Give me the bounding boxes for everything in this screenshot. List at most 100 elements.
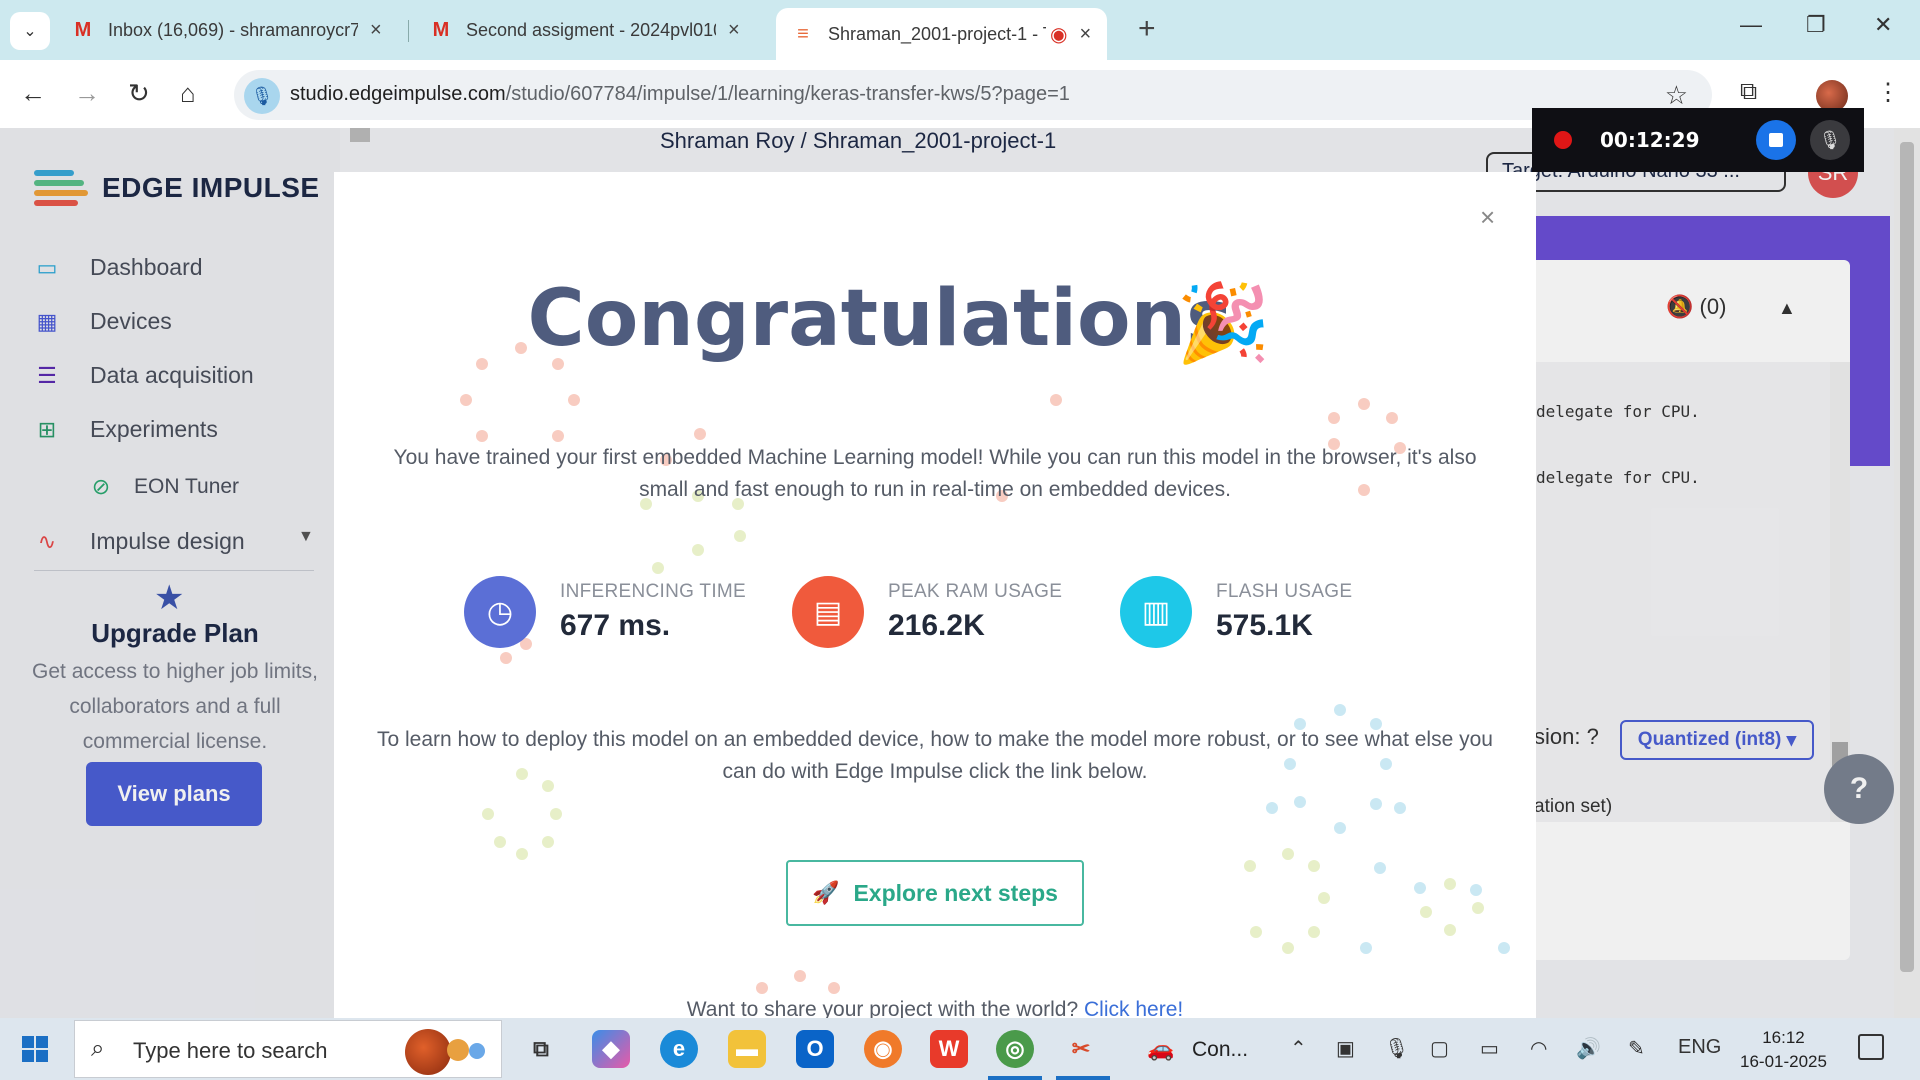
active-app-indicator — [1056, 1076, 1110, 1080]
share-text: Want to share your project with the worl… — [686, 998, 1085, 1018]
search-icon: ⌕ — [91, 1035, 105, 1062]
language-indicator[interactable]: ENG — [1678, 1036, 1721, 1059]
display-icon[interactable]: ▢ — [1430, 1036, 1449, 1061]
search-highlight-icon — [447, 1039, 469, 1061]
stat-text: INFERENCING TIME 677 ms. — [560, 581, 746, 643]
gmail-icon: M — [432, 18, 450, 41]
tab-inbox[interactable]: M Inbox (16,069) - shramanroycr7 × — [56, 8, 398, 52]
new-tab-button[interactable]: + — [1138, 12, 1156, 46]
screen-recorder-widget: 00:12:29 🎙 — [1532, 108, 1864, 172]
recording-dot-icon — [1554, 131, 1572, 149]
file-explorer-icon[interactable]: ▬ — [728, 1030, 766, 1068]
windows-start-icon[interactable] — [22, 1036, 48, 1062]
stat-inferencing-time: ◷ INFERENCING TIME 677 ms. — [464, 576, 746, 648]
modal-title: Congratulations — [334, 274, 1536, 364]
modal-title-text: Congratulations — [527, 274, 1233, 364]
explore-button-label: Explore next steps — [853, 879, 1058, 906]
url-text: studio.edgeimpulse.com/studio/607784/imp… — [290, 83, 1070, 106]
menu-dots-icon[interactable]: ⋮ — [1876, 78, 1900, 107]
modal-deploy-text: To learn how to deploy this model on an … — [377, 728, 1493, 783]
wps-office-icon[interactable]: W — [930, 1030, 968, 1068]
volume-icon[interactable]: 🔊 — [1576, 1036, 1601, 1061]
tab-label: Shraman_2001-project-1 - T — [828, 23, 1046, 44]
tab-label: Inbox (16,069) - shramanroycr7 — [108, 19, 358, 40]
taskbar-clock[interactable]: 16:12 16-01-2025 — [1740, 1026, 1827, 1074]
close-icon[interactable]: × — [1079, 23, 1091, 46]
close-icon[interactable]: × — [1480, 202, 1495, 233]
chrome-icon[interactable]: ◎ — [996, 1030, 1034, 1068]
edge-browser-icon[interactable]: e — [660, 1030, 698, 1068]
stat-label: INFERENCING TIME — [560, 581, 747, 602]
tab-edge-impulse-project[interactable]: ≡ Shraman_2001-project-1 - T ◉ × — [776, 8, 1108, 60]
pen-icon[interactable]: ✎ — [1628, 1036, 1645, 1061]
url-path: /studio/607784/impulse/1/learning/keras-… — [505, 83, 1070, 105]
url-host: studio.edgeimpulse.com — [290, 83, 506, 105]
home-button[interactable]: ⌂ — [180, 78, 196, 109]
reload-button[interactable]: ↻ — [128, 78, 150, 109]
task-view-icon[interactable]: ⧉ — [522, 1030, 560, 1068]
stat-text: PEAK RAM USAGE 216.2K — [888, 581, 1062, 643]
flash-chip-icon: ▥ — [1120, 576, 1192, 648]
chevron-down-icon: ⌄ — [23, 23, 37, 40]
close-icon[interactable]: × — [370, 19, 382, 42]
explore-next-steps-button[interactable]: 🚀 Explore next steps — [786, 860, 1084, 926]
battery-icon[interactable]: ▭ — [1480, 1036, 1499, 1061]
extensions-icon[interactable]: ⧉ — [1740, 78, 1757, 106]
stat-value: 216.2K — [888, 609, 985, 642]
omnibox[interactable]: 🎙 studio.edgeimpulse.com/studio/607784/i… — [234, 70, 1712, 120]
share-project-line: Want to share your project with the worl… — [334, 998, 1536, 1018]
mic-icon[interactable]: 🎙 — [244, 78, 280, 114]
meet-now-icon[interactable]: ▣ — [1336, 1036, 1355, 1061]
taskbar-app-label[interactable]: Con... — [1192, 1038, 1248, 1062]
outlook-icon[interactable]: O — [796, 1030, 834, 1068]
taskbar-search-box[interactable]: ⌕ Type here to search — [74, 1020, 502, 1078]
windows-taskbar: ⌕ Type here to search ⧉ ◆ e ▬ O ◉ W ◎ ✂ … — [0, 1018, 1920, 1080]
clock-time: 16:12 — [1762, 1028, 1805, 1047]
bookmark-star-icon[interactable]: ☆ — [1665, 80, 1688, 111]
edge-impulse-icon: ≡ — [797, 22, 809, 45]
stat-label: PEAK RAM USAGE — [888, 581, 1063, 602]
stat-label: FLASH USAGE — [1216, 581, 1353, 602]
stat-flash-usage: ▥ FLASH USAGE 575.1K — [1120, 576, 1352, 648]
search-highlight-icon — [469, 1043, 485, 1059]
close-icon[interactable]: × — [728, 19, 740, 42]
tab-search-button[interactable]: ⌄ — [10, 12, 50, 50]
chevron-up-icon[interactable]: ⌃ — [1290, 1036, 1307, 1061]
tab-second-assignment[interactable]: M Second assigment - 2024pvl010 × — [414, 8, 756, 52]
microphone-icon[interactable]: 🎙 — [1384, 1036, 1409, 1061]
stat-value: 677 ms. — [560, 609, 671, 642]
ram-icon: ▤ — [792, 576, 864, 648]
stat-value: 575.1K — [1216, 609, 1313, 642]
tab-label: Second assigment - 2024pvl010 — [466, 19, 716, 40]
snipping-tool-icon[interactable]: ✂ — [1062, 1030, 1100, 1068]
modal-intro-text: You have trained your first embedded Mac… — [393, 446, 1477, 501]
wifi-icon[interactable]: ◠ — [1530, 1036, 1547, 1061]
restore-button[interactable]: ❐ — [1806, 12, 1826, 38]
tab-separator — [408, 20, 409, 42]
clock-icon: ◷ — [464, 576, 536, 648]
stat-text: FLASH USAGE 575.1K — [1216, 581, 1352, 643]
close-window-button[interactable]: ✕ — [1874, 12, 1892, 38]
search-placeholder: Type here to search — [133, 1038, 328, 1063]
active-app-indicator — [988, 1076, 1042, 1080]
clock-date: 16-01-2025 — [1740, 1052, 1827, 1071]
stat-peak-ram-usage: ▤ PEAK RAM USAGE 216.2K — [792, 576, 1062, 648]
recording-time: 00:12:29 — [1600, 128, 1700, 152]
share-link[interactable]: Click here! — [1084, 998, 1183, 1018]
rocket-icon: 🚀 — [812, 880, 840, 905]
firefox-icon[interactable]: ◉ — [864, 1030, 902, 1068]
minimize-button[interactable]: — — [1740, 12, 1762, 38]
mic-muted-icon[interactable]: 🎙 — [1810, 120, 1850, 160]
back-button[interactable]: ← — [20, 78, 46, 109]
search-highlight-icon — [405, 1029, 451, 1075]
car-app-icon[interactable]: 🚗 — [1142, 1030, 1180, 1068]
browser-tab-bar: ⌄ M Inbox (16,069) - shramanroycr7 × M S… — [0, 0, 1920, 60]
stop-recording-button[interactable] — [1756, 120, 1796, 160]
gmail-icon: M — [74, 18, 92, 41]
copilot-icon[interactable]: ◆ — [592, 1030, 630, 1068]
party-popper-icon: 🎉 — [1176, 281, 1271, 366]
forward-button[interactable]: → — [74, 78, 100, 109]
congratulations-modal: × Congratulations 🎉 You have trained you… — [334, 172, 1536, 1018]
recording-indicator-icon: ◉ — [1050, 23, 1068, 46]
notification-center-icon[interactable] — [1858, 1034, 1884, 1060]
